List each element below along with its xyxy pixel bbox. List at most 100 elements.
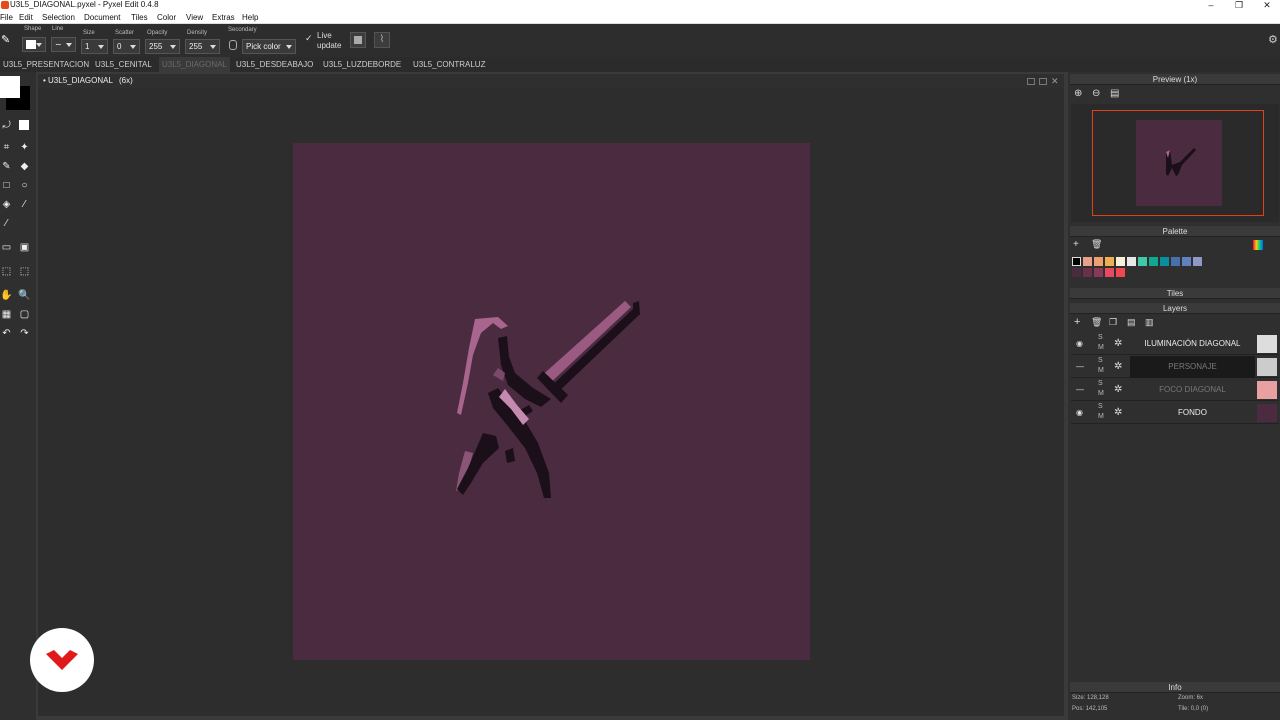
- layer-name[interactable]: FONDO: [1130, 402, 1255, 424]
- palette-add-icon[interactable]: +: [1073, 239, 1079, 250]
- layer-options-gear-icon[interactable]: ✲: [1114, 361, 1122, 372]
- mute-toggle[interactable]: M: [1098, 344, 1104, 351]
- palette-swatch[interactable]: [1094, 268, 1103, 277]
- tab-presentacion[interactable]: U3L5_PRESENTACION: [0, 57, 92, 72]
- layer-name[interactable]: PERSONAJE: [1130, 356, 1255, 378]
- swap-colors-icon[interactable]: ⤾: [0, 119, 13, 132]
- eraser-icon[interactable]: ◆: [18, 160, 31, 173]
- solo-toggle[interactable]: S: [1098, 334, 1103, 341]
- mute-toggle[interactable]: M: [1098, 413, 1104, 420]
- select-rect-icon[interactable]: ▭: [0, 241, 13, 254]
- tiles-header[interactable]: Tiles: [1070, 288, 1280, 299]
- pixel-perfect-icon[interactable]: [350, 32, 366, 48]
- preview-view[interactable]: [1071, 104, 1279, 222]
- hidden-icon[interactable]: —: [1076, 362, 1084, 371]
- palette-color-picker-icon[interactable]: [1253, 240, 1263, 250]
- opacity-select[interactable]: 255: [145, 39, 180, 54]
- solo-toggle[interactable]: S: [1098, 380, 1103, 387]
- palette-swatch[interactable]: [1193, 257, 1202, 266]
- primary-color-swatch[interactable]: [0, 76, 20, 98]
- palette-swatch[interactable]: [1160, 257, 1169, 266]
- doc-minimize-icon[interactable]: [1027, 78, 1035, 85]
- palette-swatch[interactable]: [1127, 257, 1136, 266]
- palette-delete-icon[interactable]: 🗑: [1091, 239, 1102, 250]
- palette-swatch[interactable]: [1105, 268, 1114, 277]
- zoom-in-icon[interactable]: ⊕: [1074, 88, 1082, 99]
- palette-swatch[interactable]: [1094, 257, 1103, 266]
- tab-contraluz[interactable]: U3L5_CONTRALUZ: [410, 57, 488, 72]
- rectangle-icon[interactable]: □: [0, 179, 13, 192]
- grid-icon[interactable]: ▦: [0, 308, 13, 321]
- duplicate-layer-icon[interactable]: ❐: [1109, 317, 1117, 328]
- magic-wand-icon[interactable]: ✦: [18, 141, 31, 154]
- select-all-icon[interactable]: ▣: [18, 241, 31, 254]
- solo-toggle[interactable]: S: [1098, 357, 1103, 364]
- crop-icon[interactable]: ⌗: [0, 141, 13, 154]
- delete-layer-icon[interactable]: 🗑: [1091, 317, 1102, 328]
- brush-icon[interactable]: ⁄: [18, 198, 31, 211]
- close-icon[interactable]: ✕: [1252, 0, 1280, 11]
- menu-help[interactable]: Help: [242, 13, 258, 22]
- eyedropper-icon[interactable]: ⁄: [0, 217, 13, 230]
- menu-file[interactable]: File: [0, 13, 13, 22]
- scatter-select[interactable]: 0: [113, 39, 140, 54]
- eye-icon[interactable]: ◉: [1076, 339, 1083, 348]
- menu-tiles[interactable]: Tiles: [131, 13, 148, 22]
- layer-row[interactable]: — S M ✲ FOCO DIAGONAL: [1071, 379, 1279, 401]
- palette-swatch[interactable]: [1072, 257, 1081, 266]
- palette-swatch[interactable]: [1116, 257, 1125, 266]
- menu-edit[interactable]: Edit: [19, 13, 33, 22]
- zoom-icon[interactable]: 🔍: [18, 289, 31, 302]
- palette-swatch[interactable]: [1138, 257, 1147, 266]
- tilt-icon[interactable]: ⌇: [374, 32, 390, 48]
- merge-layer-icon[interactable]: ▤: [1127, 317, 1136, 328]
- pencil-tool-icon[interactable]: ✎: [0, 160, 13, 173]
- menu-color[interactable]: Color: [157, 13, 176, 22]
- layer-name[interactable]: ILUMINACIÓN DIAGONAL: [1130, 333, 1255, 355]
- tab-luzdeborde[interactable]: U3L5_LUZDEBORDE: [320, 57, 404, 72]
- ellipse-icon[interactable]: ○: [18, 179, 31, 192]
- shape-select[interactable]: [22, 37, 46, 52]
- add-layer-icon[interactable]: +: [1074, 316, 1080, 328]
- palette-swatch[interactable]: [1072, 268, 1081, 277]
- hand-icon[interactable]: ✋: [0, 289, 13, 302]
- layer-row[interactable]: — S M ✲ PERSONAJE: [1071, 356, 1279, 378]
- menu-selection[interactable]: Selection: [42, 13, 75, 22]
- line-select[interactable]: ∼: [51, 37, 76, 52]
- layer-options-gear-icon[interactable]: ✲: [1114, 407, 1122, 418]
- layer-name[interactable]: FOCO DIAGONAL: [1130, 379, 1255, 401]
- palette-swatch[interactable]: [1149, 257, 1158, 266]
- palette-swatch[interactable]: [1182, 257, 1191, 266]
- doc-close-icon[interactable]: ✕: [1051, 76, 1061, 86]
- solo-toggle[interactable]: S: [1098, 403, 1103, 410]
- layer-options-gear-icon[interactable]: ✲: [1114, 338, 1122, 349]
- tab-cenital[interactable]: U3L5_CENITAL: [92, 57, 155, 72]
- frame-icon[interactable]: ▢: [18, 308, 31, 321]
- menu-view[interactable]: View: [186, 13, 203, 22]
- tab-diagonal[interactable]: U3L5_DIAGONAL: [159, 57, 230, 72]
- preview-settings-icon[interactable]: ▤: [1110, 88, 1119, 99]
- hidden-icon[interactable]: —: [1076, 385, 1084, 394]
- move-selection-icon[interactable]: ⬚: [0, 265, 13, 278]
- density-select[interactable]: 255: [185, 39, 220, 54]
- palette-swatch[interactable]: [1105, 257, 1114, 266]
- palette-swatch[interactable]: [1171, 257, 1180, 266]
- pencil-icon[interactable]: ✎: [1, 33, 15, 47]
- restore-icon[interactable]: ❐: [1224, 0, 1254, 11]
- size-select[interactable]: 1: [81, 39, 108, 54]
- undo-icon[interactable]: ↶: [0, 327, 13, 340]
- secondary-select[interactable]: Pick color: [242, 39, 296, 54]
- minimize-icon[interactable]: –: [1196, 0, 1226, 11]
- doc-restore-icon[interactable]: [1039, 78, 1047, 85]
- menu-document[interactable]: Document: [84, 13, 120, 22]
- layer-row[interactable]: ◉ S M ✲ ILUMINACIÓN DIAGONAL: [1071, 333, 1279, 355]
- move-layer-icon[interactable]: ⬚: [18, 265, 31, 278]
- layer-row[interactable]: ◉ S M ✲ FONDO: [1071, 402, 1279, 424]
- mute-toggle[interactable]: M: [1098, 390, 1104, 397]
- palette-swatch[interactable]: [1083, 257, 1092, 266]
- tab-desdeabajo[interactable]: U3L5_DESDEABAJO: [233, 57, 316, 72]
- layer-settings-icon[interactable]: ▥: [1145, 317, 1154, 328]
- zoom-out-icon[interactable]: ⊖: [1092, 88, 1100, 99]
- settings-gear-icon[interactable]: ⚙: [1268, 33, 1280, 46]
- pixel-canvas[interactable]: [293, 143, 810, 660]
